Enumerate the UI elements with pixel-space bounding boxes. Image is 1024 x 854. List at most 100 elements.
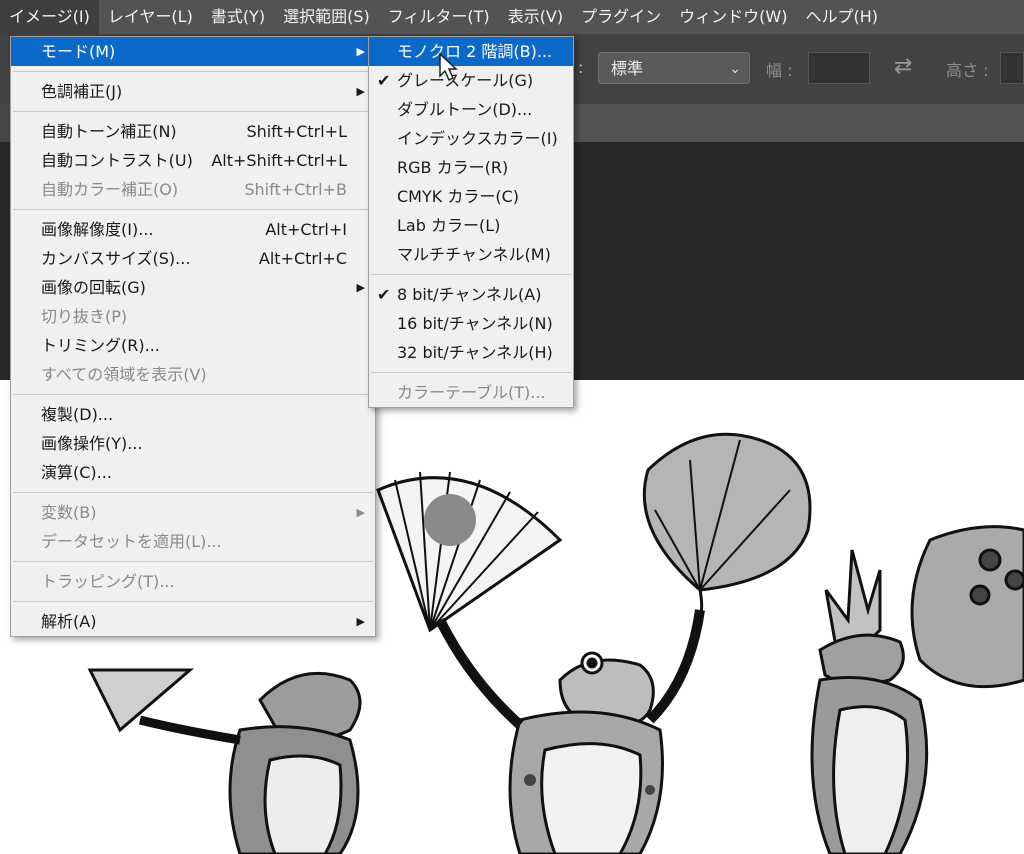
menu-item-adjustments[interactable]: 色調補正(J) ▶ [11,77,375,106]
menu-item-duotone[interactable]: ダブルトーン(D)... [369,95,573,124]
multichannel-label: マルチチャンネル(M) [397,245,551,264]
menu-item-auto-contrast[interactable]: 自動コントラスト(U) Alt+Shift+Ctrl+L [11,146,375,175]
width-label: 幅 : [766,61,793,80]
menu-view[interactable]: 表示(V) [499,0,572,34]
menu-item-lab-color[interactable]: Lab カラー(L) [369,211,573,240]
variables-label: 変数(B) [41,503,97,522]
menu-item-variables: 変数(B) ▶ [11,498,375,527]
rotation-label: 画像の回転(G) [41,278,146,297]
menu-item-image-size[interactable]: 画像解像度(I)... Alt+Ctrl+I [11,215,375,244]
style-select-value: 標準 [611,59,644,78]
duotone-label: ダブルトーン(D)... [397,100,533,119]
menu-separator [371,372,571,373]
menu-item-trap: トラッピング(T)... [11,567,375,596]
height-input[interactable] [1000,52,1024,84]
submenu-arrow-icon: ▶ [356,45,365,58]
bit8-label: 8 bit/チャンネル(A) [397,285,542,304]
submenu-arrow-icon: ▶ [356,85,365,98]
menu-item-grayscale[interactable]: ✔ グレースケール(G) [369,66,573,95]
menu-type[interactable]: 書式(Y) [202,0,274,34]
checkmark-icon: ✔ [377,285,391,304]
menu-separator [13,209,373,210]
menu-item-32bit[interactable]: 32 bit/チャンネル(H) [369,338,573,367]
menu-image[interactable]: イメージ(I) [0,0,99,34]
mode-label: モード(M) [41,42,116,61]
menu-item-canvas-size[interactable]: カンバスサイズ(S)... Alt+Ctrl+C [11,244,375,273]
menu-filter[interactable]: フィルター(T) [379,0,499,34]
auto-color-shortcut: Shift+Ctrl+B [244,180,347,199]
menu-item-bitmap[interactable]: モノクロ 2 階調(B)... [369,37,573,66]
auto-contrast-label: 自動コントラスト(U) [41,151,193,170]
menu-item-16bit[interactable]: 16 bit/チャンネル(N) [369,309,573,338]
menu-item-calculations[interactable]: 演算(C)... [11,458,375,487]
auto-tone-shortcut: Shift+Ctrl+L [246,122,347,141]
menu-separator [13,71,373,72]
menu-item-reveal-all: すべての領域を表示(V) [11,360,375,389]
menu-separator [13,394,373,395]
lotus-leaf [642,432,812,643]
apply-data-set-label: データセットを適用(L)... [41,532,222,551]
menu-separator [13,111,373,112]
submenu-arrow-icon: ▶ [356,281,365,294]
grayscale-label: グレースケール(G) [397,71,534,90]
menu-item-rgb-color[interactable]: RGB カラー(R) [369,153,573,182]
menu-item-apply-image[interactable]: 画像操作(Y)... [11,429,375,458]
menu-item-indexed-color[interactable]: インデックスカラー(I) [369,124,573,153]
menu-item-trim[interactable]: トリミング(R)... [11,331,375,360]
menu-plugins[interactable]: プラグイン [572,0,670,34]
menu-item-color-table: カラーテーブル(T)... [369,378,573,407]
menu-separator [13,601,373,602]
menu-item-cmyk-color[interactable]: CMYK カラー(C) [369,182,573,211]
mode-submenu: モノクロ 2 階調(B)... ✔ グレースケール(G) ダブルトーン(D)...… [368,36,574,408]
crop-label: 切り抜き(P) [41,307,128,326]
menu-separator [13,561,373,562]
checkmark-icon: ✔ [377,71,391,90]
canvas-size-label: カンバスサイズ(S)... [41,249,191,268]
menu-item-8bit[interactable]: ✔ 8 bit/チャンネル(A) [369,280,573,309]
document-tab[interactable] [0,104,10,142]
reveal-all-label: すべての領域を表示(V) [41,365,207,384]
swap-arrows-icon[interactable]: ⇄ [894,54,912,79]
submenu-arrow-icon: ▶ [356,506,365,519]
menu-item-multichannel[interactable]: マルチチャンネル(M) [369,240,573,269]
menu-item-duplicate[interactable]: 複製(D)... [11,400,375,429]
apply-image-label: 画像操作(Y)... [41,434,143,453]
mouse-pointer-icon [439,52,458,82]
width-input[interactable] [808,52,870,84]
auto-tone-label: 自動トーン補正(N) [41,122,177,141]
bit32-label: 32 bit/チャンネル(H) [397,343,553,362]
menu-item-crop: 切り抜き(P) [11,302,375,331]
menu-item-apply-data-set: データセットを適用(L)... [11,527,375,556]
auto-color-label: 自動カラー補正(O) [41,180,179,199]
menu-separator [13,492,373,493]
left-frog [87,668,362,854]
height-label: 高さ : [946,61,989,80]
menu-item-image-rotation[interactable]: 画像の回転(G) ▶ [11,273,375,302]
style-colon: : [578,58,584,77]
menu-help[interactable]: ヘルプ(H) [796,0,887,34]
menu-window[interactable]: ウィンドウ(W) [670,0,796,34]
indexed-label: インデックスカラー(I) [397,129,558,148]
bitmap-label: モノクロ 2 階調(B)... [397,42,553,61]
canvas-size-shortcut: Alt+Ctrl+C [258,249,347,268]
right-frog [810,633,929,854]
calculations-label: 演算(C)... [41,463,112,482]
menu-separator [371,274,571,275]
image-size-label: 画像解像度(I)... [41,220,154,239]
style-select[interactable]: 標準 ⌄ [598,52,750,84]
trim-label: トリミング(R)... [41,336,160,355]
submenu-arrow-icon: ▶ [356,615,365,628]
auto-contrast-shortcut: Alt+Shift+Ctrl+L [211,151,347,170]
menu-item-mode[interactable]: モード(M) ▶ [11,37,375,66]
center-frog [435,609,705,854]
lotus-pod [910,525,1024,689]
image-menu: モード(M) ▶ 色調補正(J) ▶ 自動トーン補正(N) Shift+Ctrl+L … [10,36,376,637]
trap-label: トラッピング(T)... [41,572,175,591]
menu-bar: イメージ(I) レイヤー(L) 書式(Y) 選択範囲(S) フィルター(T) 表… [0,0,1024,34]
rgb-label: RGB カラー(R) [397,158,509,177]
menu-item-auto-tone[interactable]: 自動トーン補正(N) Shift+Ctrl+L [11,117,375,146]
folding-fan [376,471,563,633]
menu-layer[interactable]: レイヤー(L) [99,0,202,34]
menu-select[interactable]: 選択範囲(S) [274,0,379,34]
menu-item-analysis[interactable]: 解析(A) ▶ [11,607,375,636]
